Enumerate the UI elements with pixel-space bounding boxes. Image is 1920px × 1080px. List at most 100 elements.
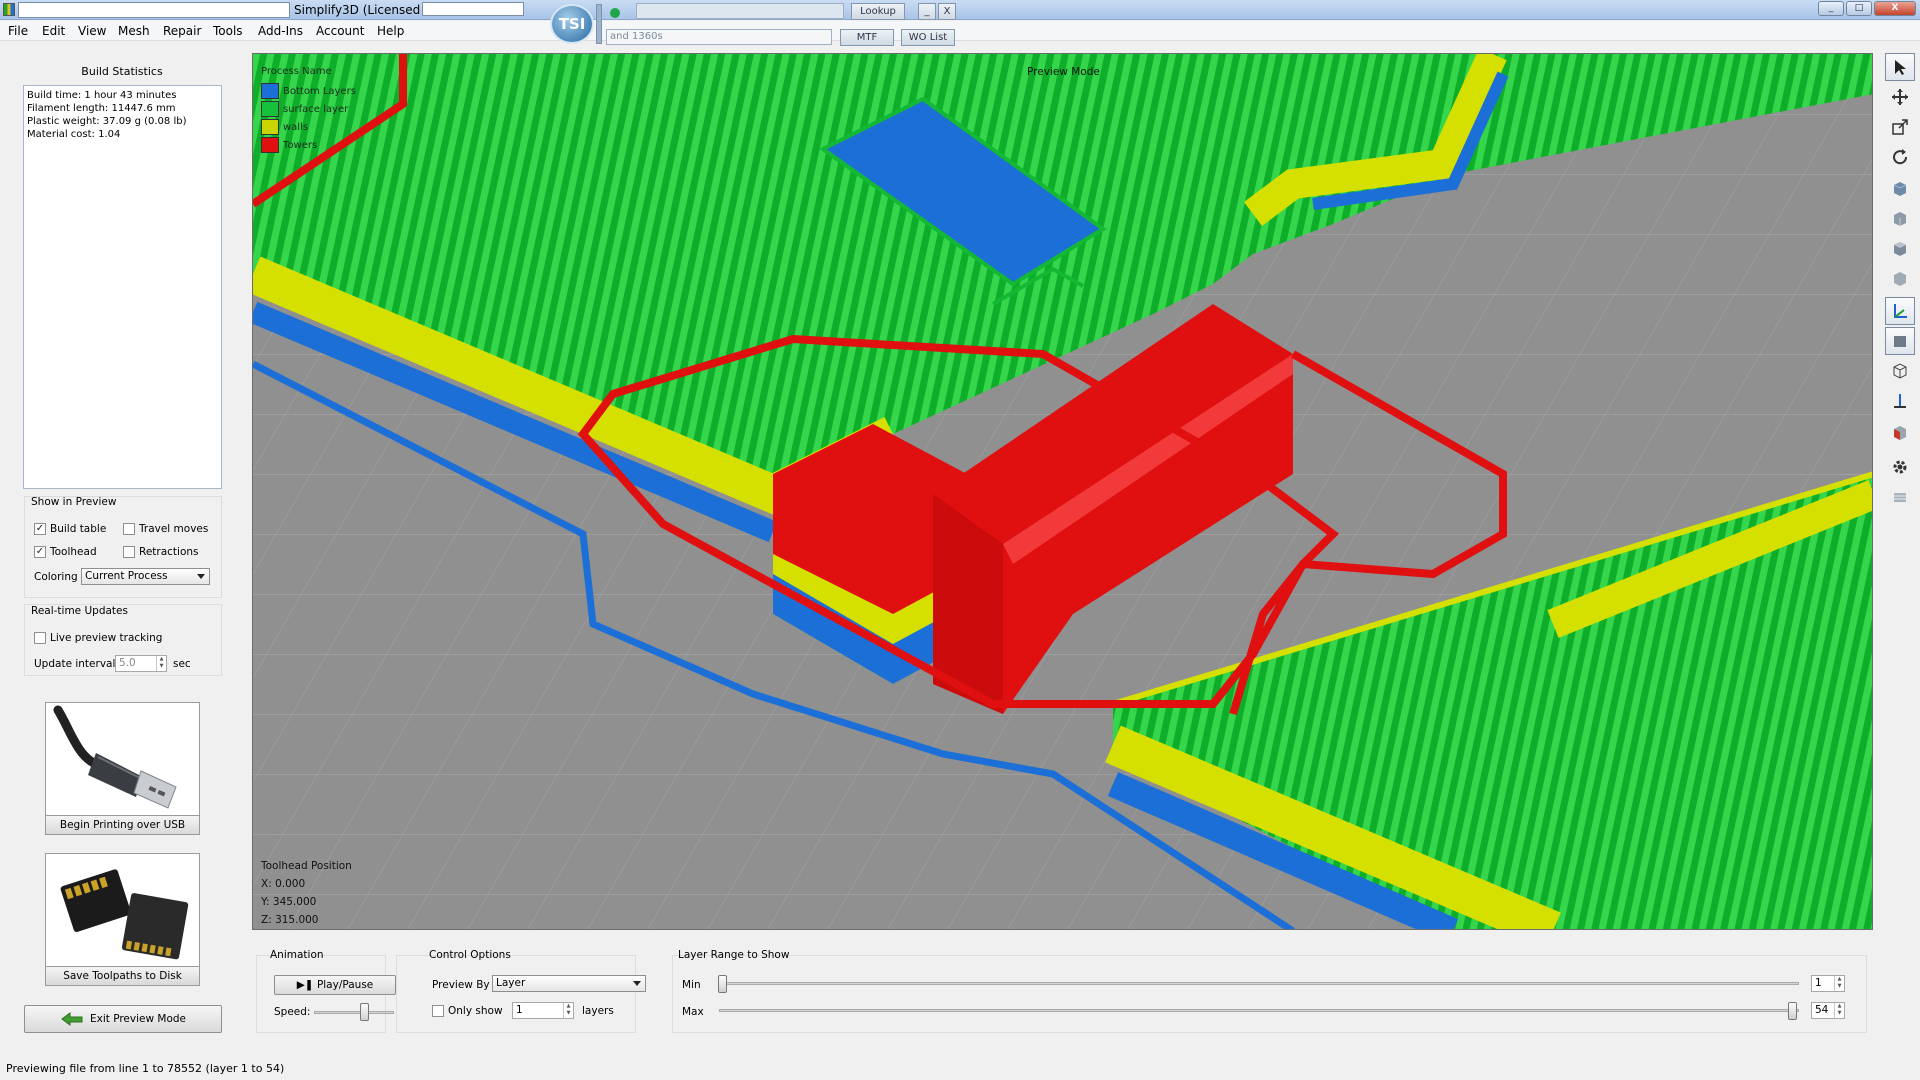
menu-help[interactable]: Help — [377, 24, 404, 38]
layer-range-group — [672, 955, 1867, 1033]
toolhead-y: Y: 345.000 — [261, 896, 317, 908]
layer-icon[interactable] — [1885, 483, 1915, 511]
legend-swatch-surface-layer — [261, 101, 279, 117]
view-front-icon[interactable] — [1885, 205, 1915, 233]
tsi-query-input[interactable]: and 1360s — [606, 29, 832, 45]
legend-swatch-bottom-layers — [261, 83, 279, 99]
update-interval-label: Update interval — [34, 658, 116, 670]
wireframe-icon[interactable] — [1885, 357, 1915, 385]
toolhead-x: X: 0.000 — [261, 878, 306, 890]
rotate-icon[interactable] — [1885, 143, 1915, 171]
menu-edit[interactable]: Edit — [42, 24, 65, 38]
exit-preview-mode-button[interactable]: Exit Preview Mode — [24, 1005, 222, 1033]
process-legend: Process Name Bottom Layers surface layer… — [261, 66, 356, 154]
app-icon — [3, 3, 15, 16]
tsi-minimize-button[interactable]: _ — [918, 3, 936, 20]
view-top-icon[interactable] — [1885, 235, 1915, 263]
sd-card-icon — [48, 856, 197, 965]
speed-slider-thumb[interactable] — [360, 1003, 369, 1021]
mtf-button[interactable]: MTF — [840, 29, 894, 46]
play-pause-button[interactable]: ▶❚ Play/Pause — [274, 975, 396, 995]
tsi-grip-handle[interactable] — [596, 4, 602, 44]
travel-moves-checkbox[interactable]: Travel moves — [123, 523, 208, 535]
scale-icon[interactable] — [1885, 113, 1915, 141]
legend-item: surface layer — [261, 100, 356, 118]
legend-title: Process Name — [261, 66, 332, 77]
spin-arrows-icon[interactable]: ▲ ▼ — [156, 656, 166, 671]
view-default-icon[interactable] — [1885, 175, 1915, 203]
move-icon[interactable] — [1885, 83, 1915, 111]
update-interval-input[interactable]: 5.0 ▲ ▼ — [115, 655, 167, 672]
axes-icon[interactable] — [1885, 297, 1915, 325]
build-table-checkbox[interactable]: ✓ Build table — [34, 523, 106, 535]
tsi-logo[interactable]: TSI — [552, 6, 592, 42]
checkbox-unchecked-icon[interactable] — [432, 1005, 444, 1017]
retractions-checkbox[interactable]: Retractions — [123, 546, 199, 558]
live-preview-tracking-checkbox[interactable]: Live preview tracking — [34, 632, 162, 644]
layers-label: layers — [582, 1005, 614, 1017]
menu-tools[interactable]: Tools — [213, 24, 243, 38]
legend-item: walls — [261, 118, 356, 136]
window-controls: _ □ X — [1818, 1, 1916, 16]
checkbox-unchecked-icon[interactable] — [123, 523, 135, 535]
coloring-select[interactable]: Current Process — [81, 568, 210, 585]
spin-arrows-icon[interactable]: ▲ ▼ — [1834, 976, 1844, 991]
solid-view-icon[interactable] — [1885, 327, 1915, 355]
toolhead-position: Toolhead Position X: 0.000 Y: 345.000 Z:… — [261, 857, 352, 929]
menu-file[interactable]: File — [8, 24, 28, 38]
min-label: Min — [682, 979, 701, 991]
view-side-icon[interactable] — [1885, 265, 1915, 293]
bottom-panel: Animation ▶❚ Play/Pause Speed: Control O… — [252, 935, 1873, 1035]
max-layer-slider-track[interactable] — [719, 1009, 1799, 1012]
save-toolpaths-disk-button[interactable]: Save Toolpaths to Disk — [45, 853, 200, 986]
max-layer-input[interactable]: 54 ▲ ▼ — [1811, 1002, 1845, 1019]
min-layer-slider-thumb[interactable] — [718, 975, 727, 993]
menu-repair[interactable]: Repair — [163, 24, 201, 38]
menu-add-ins[interactable]: Add-Ins — [258, 24, 303, 38]
stat-filament-length: Filament length: 11447.6 mm — [27, 103, 176, 114]
legend-item: Towers — [261, 136, 356, 154]
only-show-checkbox[interactable]: Only show — [432, 1005, 503, 1017]
min-layer-input[interactable]: 1 ▲ ▼ — [1811, 975, 1845, 992]
checkbox-checked-icon[interactable]: ✓ — [34, 523, 46, 535]
maximize-button[interactable]: □ — [1846, 1, 1872, 16]
tsi-search-input[interactable] — [636, 3, 844, 19]
usb-cable-icon — [48, 705, 197, 814]
min-layer-slider-track[interactable] — [719, 982, 1799, 985]
wo-list-button[interactable]: WO List — [901, 29, 955, 46]
begin-printing-usb-button[interactable]: Begin Printing over USB — [45, 702, 200, 835]
spin-arrows-icon[interactable]: ▲ ▼ — [563, 1003, 573, 1018]
legend-swatch-walls — [261, 119, 279, 135]
only-show-layers-input[interactable]: 1 ▲ ▼ — [512, 1002, 574, 1019]
checkbox-checked-icon[interactable]: ✓ — [34, 546, 46, 558]
chevron-down-icon — [633, 981, 641, 986]
checkbox-unchecked-icon[interactable] — [123, 546, 135, 558]
lookup-button[interactable]: Lookup — [851, 3, 905, 20]
control-options-title: Control Options — [429, 949, 511, 961]
minimize-button[interactable]: _ — [1818, 1, 1844, 16]
normals-icon[interactable] — [1885, 387, 1915, 415]
layer-range-title: Layer Range to Show — [678, 949, 790, 961]
tsi-close-button[interactable]: X — [938, 3, 956, 20]
menu-mesh[interactable]: Mesh — [118, 24, 150, 38]
preview-by-select[interactable]: Layer — [492, 975, 646, 992]
checkbox-unchecked-icon[interactable] — [34, 632, 46, 644]
title-redacted-field-2 — [422, 2, 524, 16]
preview-viewport[interactable]: Process Name Bottom Layers surface layer… — [252, 53, 1873, 930]
toolhead-checkbox[interactable]: ✓ Toolhead — [34, 546, 97, 558]
legend-swatch-towers — [261, 137, 279, 153]
coloring-label: Coloring — [34, 571, 78, 583]
chevron-down-icon — [197, 574, 205, 579]
settings-gear-icon[interactable] — [1885, 453, 1915, 481]
cross-section-icon[interactable] — [1885, 419, 1915, 447]
menu-view[interactable]: View — [78, 24, 106, 38]
select-arrow-icon[interactable] — [1885, 53, 1915, 81]
title-bar: Simplify3D (Licensed to _ □ X — [0, 0, 1920, 20]
max-layer-slider-thumb[interactable] — [1788, 1002, 1797, 1020]
speed-slider-track[interactable] — [314, 1011, 394, 1014]
spin-arrows-icon[interactable]: ▲ ▼ — [1834, 1003, 1844, 1018]
menu-account[interactable]: Account — [316, 24, 364, 38]
play-pause-icon: ▶❚ — [296, 979, 314, 991]
close-button[interactable]: X — [1874, 1, 1916, 16]
control-options-group — [396, 955, 636, 1033]
